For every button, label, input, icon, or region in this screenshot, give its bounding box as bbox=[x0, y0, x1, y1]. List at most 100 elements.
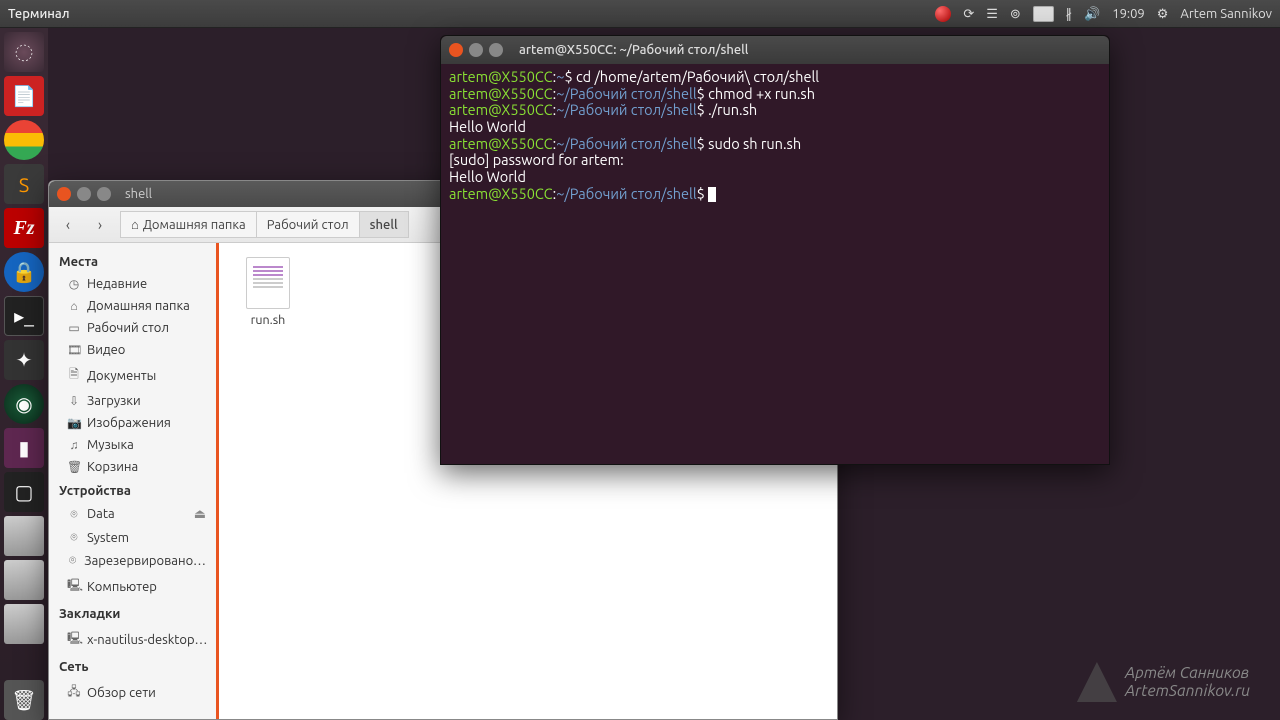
system-tray: ⟳ ☰ ⊚ En ∦ 🔊 19:09 ⚙ Artem Sannikov bbox=[935, 6, 1272, 22]
maximize-button[interactable] bbox=[489, 43, 503, 57]
sidebar-item[interactable]: ◷ Недавние bbox=[49, 273, 216, 295]
minimize-button[interactable] bbox=[77, 187, 91, 201]
sidebar-item-label: Домашняя папка bbox=[87, 299, 190, 313]
sidebar-item-icon: 🎞 bbox=[67, 343, 81, 357]
sidebar-item-label: Музыка bbox=[87, 438, 134, 452]
sidebar-item[interactable]: ⌂ Домашняя папка bbox=[49, 295, 216, 317]
sidebar-item-label: Загрузки bbox=[87, 394, 141, 408]
sidebar-item-label: Недавние bbox=[87, 277, 147, 291]
sidebar-item[interactable]: ⌾ Data ⏏ bbox=[49, 502, 216, 526]
sidebar-section-head: Закладки bbox=[49, 601, 216, 625]
file-manager-sidebar: Места ◷ Недавние ⌂ Домашняя папка ▭ Рабочий ст… bbox=[49, 243, 219, 719]
monitor-icon[interactable]: ▢ bbox=[4, 472, 44, 512]
sidebar-item-icon: ⌾ bbox=[67, 530, 81, 545]
maximize-button[interactable] bbox=[97, 187, 111, 201]
forward-button[interactable]: › bbox=[85, 211, 115, 239]
filezilla-icon[interactable]: Fz bbox=[4, 208, 44, 248]
user-name[interactable]: Artem Sannikov bbox=[1180, 7, 1272, 21]
keyboard-layout-indicator[interactable]: En bbox=[1033, 6, 1054, 22]
sidebar-item-icon: 📷 bbox=[67, 416, 81, 430]
watermark: Артём Санников ArtemSannikov.ru bbox=[1077, 662, 1250, 702]
crumb-home[interactable]: ⌂Домашняя папка bbox=[120, 211, 257, 238]
watermark-logo-icon bbox=[1077, 662, 1117, 702]
sidebar-item-label: Изображения bbox=[87, 416, 171, 430]
terminal-window: artem@X550CC: ~/Рабочий стол/shell artem… bbox=[440, 35, 1110, 465]
sidebar-item[interactable]: 🗎 Документы bbox=[49, 361, 216, 390]
terminal-title: artem@X550CC: ~/Рабочий стол/shell bbox=[519, 43, 748, 57]
chrome-icon[interactable] bbox=[4, 120, 44, 160]
sidebar-item[interactable]: 🖧 Обзор сети bbox=[49, 678, 216, 707]
sidebar-item[interactable]: ♫ Музыка bbox=[49, 434, 216, 456]
sidebar-item[interactable]: 🎞 Видео bbox=[49, 339, 216, 361]
terminal-titlebar[interactable]: artem@X550CC: ~/Рабочий стол/shell bbox=[441, 36, 1109, 64]
terminal-icon[interactable]: ▸_ bbox=[4, 296, 44, 336]
sidebar-item-icon: 🖳 bbox=[67, 576, 81, 597]
sidebar-item-icon: ▭ bbox=[67, 321, 81, 335]
home-icon: ⌂ bbox=[131, 217, 139, 232]
unity-launcher: ◌ 📄 S Fz 🔒 ▸_ ✦ ◉ ▮ ▢ 🗑 bbox=[0, 28, 48, 720]
minimize-button[interactable] bbox=[469, 43, 483, 57]
sidebar-item[interactable]: 🖳x-nautilus-desktop… bbox=[49, 625, 216, 654]
eject-icon[interactable]: ⏏ bbox=[194, 506, 206, 522]
clock[interactable]: 19:09 bbox=[1112, 7, 1145, 21]
sidebar-item[interactable]: 📷 Изображения bbox=[49, 412, 216, 434]
sidebar-item[interactable]: 🗑Корзина bbox=[49, 456, 216, 478]
watermark-url: ArtemSannikov.ru bbox=[1125, 682, 1250, 700]
sidebar-item[interactable]: ▭ Рабочий стол bbox=[49, 317, 216, 339]
drive1-icon[interactable] bbox=[4, 516, 44, 556]
crumb-shell[interactable]: shell bbox=[359, 211, 409, 238]
sidebar-item-icon: ⌾ bbox=[67, 553, 78, 568]
sidebar-item-icon: ⌂ bbox=[67, 299, 81, 313]
sidebar-item-label: Корзина bbox=[87, 460, 138, 474]
breadcrumb: ⌂Домашняя папка Рабочий стол shell bbox=[121, 211, 409, 238]
wifi-icon[interactable]: ⊚ bbox=[1010, 6, 1021, 22]
watermark-name: Артём Санников bbox=[1125, 664, 1250, 682]
bluetooth-icon[interactable]: ∦ bbox=[1066, 6, 1073, 22]
sublime-icon[interactable]: S bbox=[4, 164, 44, 204]
libreoffice-icon[interactable]: 📄 bbox=[4, 76, 44, 116]
sidebar-section-head: Места bbox=[49, 249, 216, 273]
sidebar-item-icon: 🗎 bbox=[67, 365, 81, 386]
sidebar-item[interactable]: ⌾ System bbox=[49, 526, 216, 549]
sidebar-item-label: System bbox=[87, 531, 129, 545]
file-run-sh[interactable]: run.sh bbox=[233, 257, 303, 327]
record-indicator-icon[interactable] bbox=[935, 6, 951, 22]
settings-icon[interactable]: ✦ bbox=[4, 340, 44, 380]
close-button[interactable] bbox=[57, 187, 71, 201]
sidebar-item-label: Зарезервировано… bbox=[84, 554, 206, 568]
top-panel: Терминал ⟳ ☰ ⊚ En ∦ 🔊 19:09 ⚙ Artem Sann… bbox=[0, 0, 1280, 28]
crumb-desktop[interactable]: Рабочий стол bbox=[256, 211, 360, 238]
file-label: run.sh bbox=[233, 313, 303, 327]
close-button[interactable] bbox=[449, 43, 463, 57]
sidebar-item-icon: ⌾ bbox=[67, 507, 81, 522]
volume-icon[interactable]: 🔊 bbox=[1084, 6, 1100, 22]
sidebar-item-label: Обзор сети bbox=[87, 686, 156, 700]
active-app-title: Терминал bbox=[8, 7, 70, 21]
sidebar-item-label: Компьютер bbox=[87, 580, 157, 594]
trash-icon[interactable]: 🗑 bbox=[4, 680, 44, 720]
sidebar-item-label: Data bbox=[87, 507, 115, 521]
sync-icon[interactable]: ⟳ bbox=[963, 6, 974, 22]
sidebar-item-icon: 🖧 bbox=[67, 682, 81, 703]
sidebar-item-label: Видео bbox=[87, 343, 125, 357]
app-icon[interactable]: ▮ bbox=[4, 428, 44, 468]
power-icon[interactable]: ⚙ bbox=[1157, 6, 1169, 22]
terminal-output[interactable]: artem@X550CC:~$ cd /home/artem/Рабочий\ … bbox=[441, 64, 1109, 207]
sidebar-item-label: x-nautilus-desktop… bbox=[87, 633, 208, 647]
keepass-icon[interactable]: 🔒 bbox=[4, 252, 44, 292]
dash-icon[interactable]: ◌ bbox=[4, 32, 44, 72]
drive2-icon[interactable] bbox=[4, 560, 44, 600]
sidebar-section-head: Сеть bbox=[49, 654, 216, 678]
sidebar-item-icon: ◷ bbox=[67, 277, 81, 291]
menu-icon[interactable]: ☰ bbox=[986, 6, 998, 22]
sidebar-item-icon: ♫ bbox=[67, 438, 81, 452]
back-button[interactable]: ‹ bbox=[53, 211, 83, 239]
sidebar-item-label: Рабочий стол bbox=[87, 321, 169, 335]
sidebar-item[interactable]: ⇩Загрузки bbox=[49, 390, 216, 412]
sidebar-item-label: Документы bbox=[87, 369, 156, 383]
drive3-icon[interactable] bbox=[4, 604, 44, 644]
sidebar-item[interactable]: 🖳 Компьютер bbox=[49, 572, 216, 601]
sidebar-item[interactable]: ⌾ Зарезервировано… bbox=[49, 549, 216, 572]
tor-icon[interactable]: ◉ bbox=[4, 384, 44, 424]
file-manager-title: shell bbox=[125, 187, 152, 201]
